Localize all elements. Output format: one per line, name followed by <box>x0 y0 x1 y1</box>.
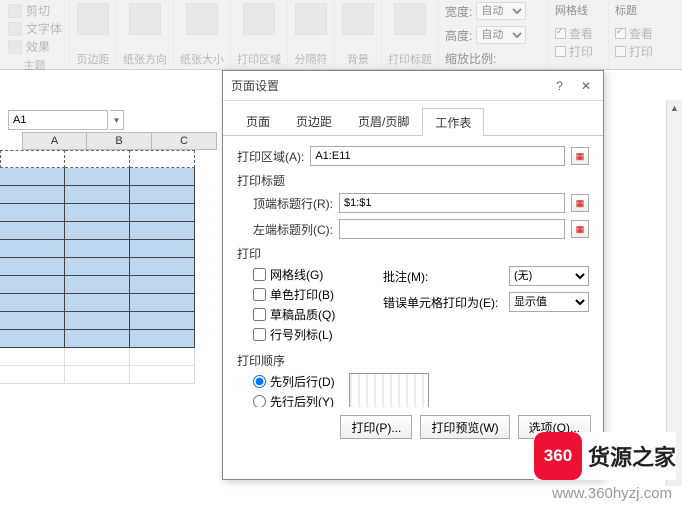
ribbon-margins[interactable]: 页边距 <box>77 51 110 67</box>
print-button[interactable]: 打印(P)... <box>340 415 412 439</box>
help-button[interactable]: ? <box>552 77 567 95</box>
namebox-input[interactable] <box>8 110 108 130</box>
namebox-dropdown[interactable]: ▼ <box>110 110 124 130</box>
gridlines-print-check[interactable] <box>555 46 566 57</box>
tab-page[interactable]: 页面 <box>233 107 283 135</box>
errors-label: 错误单元格打印为(E): <box>383 294 503 311</box>
width-select[interactable]: 自动 <box>476 2 526 20</box>
orientation-icon[interactable] <box>129 3 161 35</box>
col-a[interactable]: A <box>22 132 87 150</box>
worksheet: A B C 标题 <box>0 132 220 384</box>
print-area-ref-button[interactable]: ▦ <box>571 147 589 165</box>
size-icon[interactable] <box>186 3 218 35</box>
print-section: 打印 <box>237 245 589 262</box>
rowcol-check[interactable] <box>253 328 266 341</box>
margins-icon[interactable] <box>77 3 109 35</box>
top-rows-ref-button[interactable]: ▦ <box>571 194 589 212</box>
comments-select[interactable]: (无) <box>509 266 589 286</box>
ribbon: 剪切 文字体 效果 主题 页边距 纸张方向 纸张大小 打印区域 分隔符 背景 打… <box>0 0 682 70</box>
tab-header-footer[interactable]: 页眉/页脚 <box>345 107 422 135</box>
ribbon-group-theme: 主题 <box>24 57 46 73</box>
headings-print-check[interactable] <box>615 46 626 57</box>
vertical-scrollbar[interactable]: ▲ <box>666 100 682 486</box>
left-cols-input[interactable] <box>339 219 565 239</box>
errors-select[interactable]: 显示值 <box>509 292 589 312</box>
top-rows-input[interactable] <box>339 193 565 213</box>
ribbon-breaks[interactable]: 分隔符 <box>295 51 328 67</box>
down-over-radio[interactable] <box>253 375 266 388</box>
comments-label: 批注(M): <box>383 268 503 285</box>
top-rows-label: 顶端标题行(R): <box>253 195 333 212</box>
page-setup-dialog: 页面设置 ? ✕ 页面 页边距 页眉/页脚 工作表 打印区域(A): ▦ 打印标… <box>222 70 604 480</box>
col-b[interactable]: B <box>87 132 152 150</box>
watermark-badge: 360 <box>534 432 582 480</box>
printarea-icon[interactable] <box>243 3 275 35</box>
watermark-text: 货源之家 <box>588 440 676 472</box>
draft-check[interactable] <box>253 308 266 321</box>
preview-button[interactable]: 打印预览(W) <box>420 415 509 439</box>
background-icon[interactable] <box>342 3 374 35</box>
watermark: 360 货源之家 <box>534 432 676 480</box>
print-area-label: 打印区域(A): <box>237 148 304 165</box>
dialog-title: 页面设置 <box>231 77 279 94</box>
printtitles-icon[interactable] <box>394 3 426 35</box>
dialog-tabs: 页面 页边距 页眉/页脚 工作表 <box>223 101 603 136</box>
ribbon-printarea[interactable]: 打印区域 <box>237 51 281 67</box>
gridlines-check[interactable] <box>253 268 266 281</box>
left-cols-label: 左端标题列(C): <box>253 221 333 238</box>
column-headers: A B C <box>22 132 220 150</box>
ribbon-printtitles[interactable]: 打印标题 <box>388 51 432 67</box>
print-area-input[interactable] <box>310 146 565 166</box>
page-order-icon <box>349 373 429 407</box>
height-select[interactable]: 自动 <box>476 26 526 44</box>
close-button[interactable]: ✕ <box>577 77 595 95</box>
print-titles-section: 打印标题 <box>237 172 589 189</box>
breaks-icon[interactable] <box>295 3 327 35</box>
gridlines-heading: 网格线 <box>555 2 588 18</box>
bw-check[interactable] <box>253 288 266 301</box>
headings-view-check[interactable] <box>615 28 626 39</box>
over-down-radio[interactable] <box>253 395 266 407</box>
ribbon-background[interactable]: 背景 <box>347 51 369 67</box>
gridlines-view-check[interactable] <box>555 28 566 39</box>
ribbon-orientation[interactable]: 纸张方向 <box>123 51 167 67</box>
cell-grid[interactable]: 标题 <box>0 150 195 384</box>
tab-margins[interactable]: 页边距 <box>283 107 345 135</box>
ribbon-size[interactable]: 纸张大小 <box>180 51 224 67</box>
watermark-url: www.360hyzj.com <box>552 485 672 502</box>
col-c[interactable]: C <box>152 132 217 150</box>
scroll-up-icon[interactable]: ▲ <box>667 100 682 116</box>
left-cols-ref-button[interactable]: ▦ <box>571 220 589 238</box>
tab-sheet[interactable]: 工作表 <box>422 108 484 136</box>
name-box: ▼ <box>8 110 124 130</box>
order-section: 打印顺序 <box>237 352 589 369</box>
headings-heading: 标题 <box>615 2 637 18</box>
